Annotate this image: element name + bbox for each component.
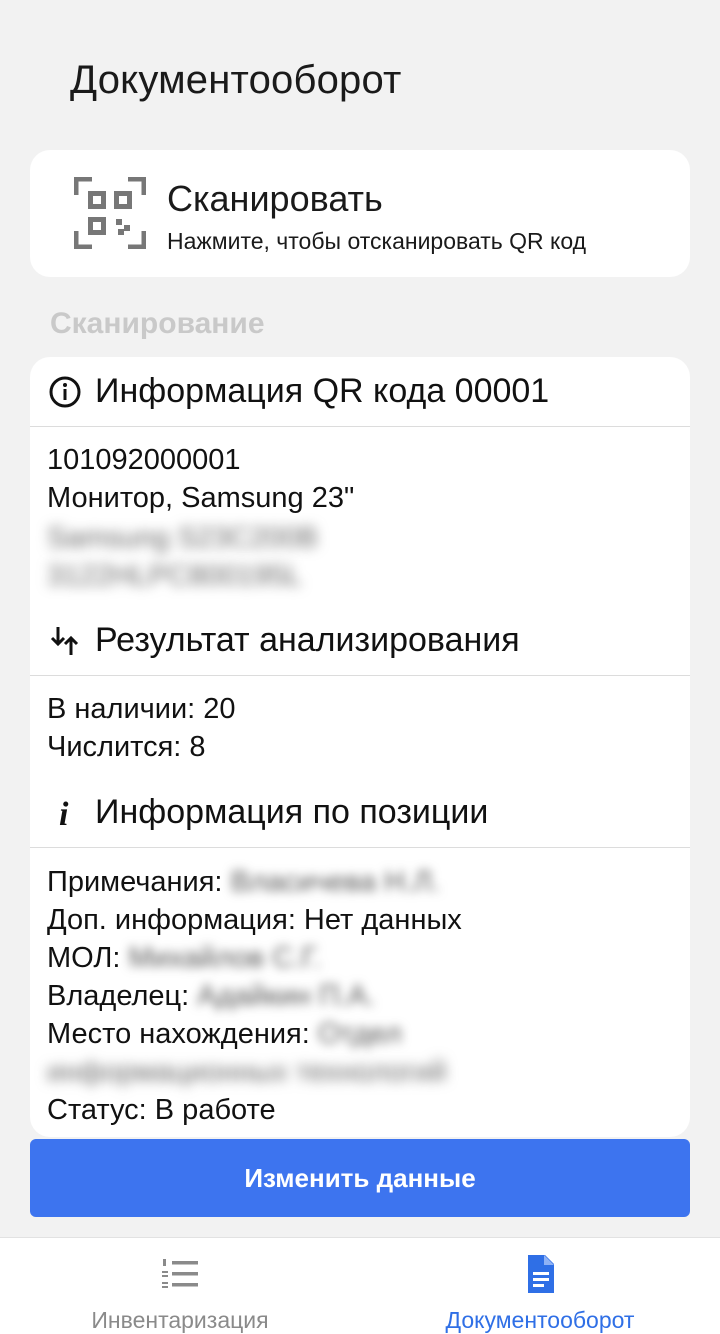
notes-label: Примечания: [47,866,223,898]
model-line-2: 3122HLPC800195L [47,560,302,592]
extra-info-row: Доп. информация: Нет данных [47,904,462,936]
section-label: Сканирование [50,307,265,340]
nav-label-documents: Документооборот [445,1307,635,1333]
edit-data-button[interactable]: Изменить данные [30,1139,690,1217]
sort-arrows-icon [48,624,82,658]
owner-row: Владелец: Адайкин П.А. [47,980,375,1013]
notes-value: Власичева Н.Л. [230,866,441,898]
analysis-title: Результат анализирования [95,621,520,659]
svg-text:i: i [59,796,69,830]
position-header: i Информация по позиции [30,778,690,848]
document-icon [528,1255,554,1293]
owner-value: Адайкин П.А. [197,980,376,1012]
nav-label-inventory: Инвентаризация [91,1307,269,1333]
location-label: Место нахождения: [47,1018,310,1050]
qr-info-title: Информация QR кода 00001 [95,372,550,410]
mol-label: МОЛ: [47,942,121,974]
numbered-list-icon [162,1259,198,1288]
owner-label: Владелец: [47,980,190,1012]
page-title: Документооборот [70,58,402,102]
bottom-nav: Инвентаризация Документооборот [0,1237,720,1334]
listed-count: Числится: 8 [47,731,206,763]
mol-row: МОЛ: Михайлов С.Г. [47,942,321,975]
location-row: Место нахождения: Отдел [47,1018,402,1051]
location-value-2: информационных технологий [47,1056,447,1088]
info-circle-icon [48,375,82,409]
item-name: Монитор, Samsung 23" [47,482,355,514]
scan-subtitle: Нажмите, чтобы отсканировать QR код [167,228,587,254]
info-card: Информация QR кода 00001 101092000001 Мо… [30,357,690,1137]
qr-info-header: Информация QR кода 00001 [30,357,690,427]
position-title: Информация по позиции [95,793,489,831]
nav-item-inventory[interactable]: Инвентаризация [0,1238,360,1334]
available-count: В наличии: 20 [47,693,236,725]
qr-code-icon [74,177,146,249]
model-line-1: Samsung S23C200B [47,522,318,554]
scan-title: Сканировать [167,178,383,219]
mol-value: Михайлов С.Г. [128,942,322,974]
analysis-header: Результат анализирования [30,606,690,676]
status-row: Статус: В работе [47,1094,276,1126]
notes-row: Примечания: Власичева Н.Л. [47,866,440,899]
location-value-1: Отдел [317,1018,402,1050]
nav-item-documents[interactable]: Документооборот [360,1238,720,1334]
qr-code-value: 101092000001 [47,444,241,476]
italic-i-icon: i [48,796,82,830]
